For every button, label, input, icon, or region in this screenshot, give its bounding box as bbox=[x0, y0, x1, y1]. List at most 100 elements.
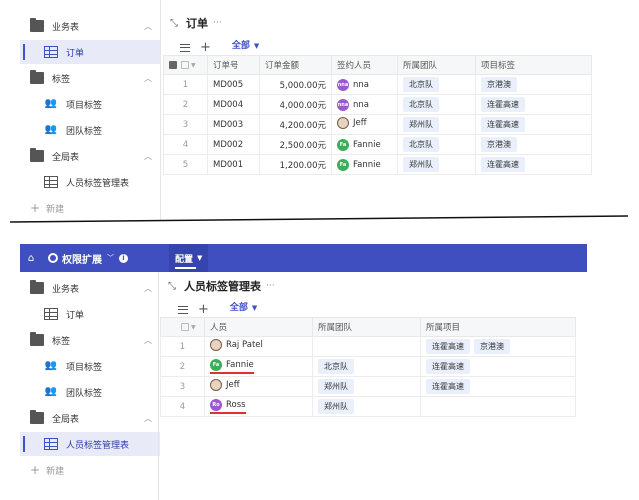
sidebar-item-label: 标签 bbox=[52, 74, 71, 85]
signer-cell[interactable]: Fa Fannie bbox=[331, 154, 398, 175]
header-project-tag[interactable]: 项目标签 bbox=[475, 55, 592, 75]
team-cell[interactable]: 郑州队 bbox=[397, 114, 476, 135]
team-cell[interactable]: 郑州队 bbox=[397, 154, 476, 175]
menu-icon[interactable] bbox=[178, 305, 188, 314]
sidebar-item-team-tags[interactable]: 👥 团队标签 bbox=[20, 118, 160, 142]
project-tag-cell[interactable]: 连霍高速 bbox=[475, 154, 592, 175]
amount-cell[interactable]: 2,500.00元 bbox=[259, 134, 332, 155]
chevron-up-icon[interactable]: ︿ bbox=[144, 21, 152, 32]
project-tag-cell[interactable]: 京港澳 bbox=[475, 74, 592, 95]
sidebar-item-project-tags[interactable]: 👥 项目标签 bbox=[20, 92, 160, 116]
expand-icon[interactable]: ⤡ bbox=[168, 281, 176, 292]
sidebar-folder-tags[interactable]: 标签 ︿ bbox=[20, 328, 160, 352]
amount-cell[interactable]: 1,200.00元 bbox=[259, 154, 332, 175]
sidebar-folder-global[interactable]: 全局表 ︿ bbox=[20, 144, 160, 168]
header-order-id[interactable]: 订单号 bbox=[207, 55, 260, 75]
amount-cell[interactable]: 4,200.00元 bbox=[259, 114, 332, 135]
team-cell[interactable]: 郑州队 bbox=[312, 376, 421, 397]
info-icon[interactable]: i bbox=[119, 253, 128, 263]
chevron-up-icon[interactable]: ︿ bbox=[144, 283, 152, 294]
sidebar-folder-business[interactable]: 业务表 ︿ bbox=[20, 14, 160, 38]
table-row[interactable]: 1 MD005 5,000.00元 nna nna 北京队 京港澳 bbox=[163, 74, 592, 95]
avatar: Fa bbox=[337, 138, 349, 151]
person-cell[interactable]: Jeff bbox=[204, 376, 313, 397]
table-row[interactable]: 1 Raj Patel 连霍高速 京港澳 bbox=[160, 336, 576, 357]
chevron-up-icon[interactable]: ︿ bbox=[144, 413, 152, 424]
chevron-up-icon[interactable]: ︿ bbox=[144, 335, 152, 346]
sidebar-item-project-tags[interactable]: 👥 项目标签 bbox=[20, 354, 160, 378]
signer-cell[interactable]: Jeff bbox=[331, 114, 398, 135]
table-row[interactable]: 3 MD003 4,200.00元 Jeff 郑州队 连霍高速 bbox=[163, 114, 592, 135]
tab-config[interactable]: 配置 ▼ bbox=[169, 244, 209, 272]
sidebar-folder-global[interactable]: 全局表 ︿ bbox=[20, 406, 160, 430]
project-cell[interactable] bbox=[420, 396, 576, 417]
header-project[interactable]: 所属项目 bbox=[420, 317, 576, 337]
header-team[interactable]: 所属团队 bbox=[397, 55, 476, 75]
header-signer[interactable]: 签约人员 bbox=[331, 55, 398, 75]
sidebar-item-label: 业务表 bbox=[52, 284, 80, 295]
team-cell[interactable] bbox=[312, 336, 421, 357]
project-tag: 连霍高速 bbox=[481, 117, 525, 132]
project-cell[interactable]: 连霍高速 bbox=[420, 356, 576, 377]
app-title[interactable]: 权限扩展 bbox=[62, 251, 102, 266]
project-tag-cell[interactable]: 连霍高速 bbox=[475, 94, 592, 115]
chevron-down-icon[interactable]: ﹀ bbox=[107, 253, 114, 263]
header-select[interactable]: ▼ bbox=[163, 55, 208, 75]
add-view-button[interactable]: + bbox=[200, 40, 211, 55]
order-id-cell[interactable]: MD005 bbox=[207, 74, 260, 95]
plus-icon: + bbox=[30, 463, 41, 477]
signer-cell[interactable]: Fa Fannie bbox=[331, 134, 398, 155]
order-id-cell[interactable]: MD004 bbox=[207, 94, 260, 115]
table-row[interactable]: 4 MD002 2,500.00元 Fa Fannie 北京队 京港澳 bbox=[163, 134, 592, 155]
table-row[interactable]: 2 MD004 4,000.00元 nna nna 北京队 连霍高速 bbox=[163, 94, 592, 115]
team-cell[interactable]: 北京队 bbox=[312, 356, 421, 377]
team-cell[interactable]: 北京队 bbox=[397, 134, 476, 155]
sidebar-item-people-tags[interactable]: 人员标签管理表 bbox=[20, 432, 160, 456]
project-cell[interactable]: 连霍高速 京港澳 bbox=[420, 336, 576, 357]
chevron-up-icon[interactable]: ︿ bbox=[144, 73, 152, 84]
add-view-button[interactable]: + bbox=[198, 302, 209, 317]
person-cell[interactable]: Raj Patel bbox=[204, 336, 313, 357]
signer-cell[interactable]: nna nna bbox=[331, 74, 398, 95]
sidebar-folder-business[interactable]: 业务表 ︿ bbox=[20, 276, 160, 300]
more-icon[interactable]: ··· bbox=[266, 281, 275, 291]
chevron-up-icon[interactable]: ︿ bbox=[144, 151, 152, 162]
team-cell[interactable]: 北京队 bbox=[397, 94, 476, 115]
table-row[interactable]: 5 MD001 1,200.00元 Fa Fannie 郑州队 连霍高速 bbox=[163, 154, 592, 175]
page-title: 人员标签管理表 bbox=[184, 280, 261, 293]
sidebar-item-orders[interactable]: 订单 bbox=[20, 302, 160, 326]
order-id-cell[interactable]: MD003 bbox=[207, 114, 260, 135]
sidebar-item-people-tags[interactable]: 人员标签管理表 bbox=[20, 170, 160, 194]
sidebar-item-orders[interactable]: 订单 bbox=[20, 40, 160, 64]
avatar bbox=[337, 117, 349, 129]
header-select[interactable]: ▼ bbox=[160, 317, 205, 337]
menu-icon[interactable] bbox=[180, 43, 190, 52]
expand-icon[interactable]: ⤡ bbox=[170, 18, 178, 29]
header-person[interactable]: 人员 bbox=[204, 317, 313, 337]
project-tag-cell[interactable]: 连霍高速 bbox=[475, 114, 592, 135]
table-row[interactable]: 3 Jeff 郑州队 连霍高速 bbox=[160, 376, 576, 397]
header-team[interactable]: 所属团队 bbox=[312, 317, 421, 337]
person-cell[interactable]: Fa Fannie bbox=[204, 356, 313, 377]
team-cell[interactable]: 北京队 bbox=[397, 74, 476, 95]
order-id-cell[interactable]: MD002 bbox=[207, 134, 260, 155]
sidebar-item-team-tags[interactable]: 👥 团队标签 bbox=[20, 380, 160, 404]
select-all-checkbox[interactable] bbox=[181, 322, 189, 331]
sidebar-folder-tags[interactable]: 标签 ︿ bbox=[20, 66, 160, 90]
person-cell[interactable]: Ro Ross bbox=[204, 396, 313, 417]
team-cell[interactable]: 郑州队 bbox=[312, 396, 421, 417]
more-icon[interactable]: ··· bbox=[213, 18, 222, 28]
amount-cell[interactable]: 4,000.00元 bbox=[259, 94, 332, 115]
amount-cell[interactable]: 5,000.00元 bbox=[259, 74, 332, 95]
project-cell[interactable]: 连霍高速 bbox=[420, 376, 576, 397]
sidebar-new-button[interactable]: + 新建 bbox=[20, 458, 160, 482]
header-amount[interactable]: 订单金额 bbox=[259, 55, 332, 75]
table-row[interactable]: 4 Ro Ross 郑州队 bbox=[160, 396, 576, 417]
order-id-cell[interactable]: MD001 bbox=[207, 154, 260, 175]
signer-cell[interactable]: nna nna bbox=[331, 94, 398, 115]
screenshot-divider-line bbox=[10, 215, 628, 223]
table-row[interactable]: 2 Fa Fannie 北京队 连霍高速 bbox=[160, 356, 576, 377]
select-all-checkbox[interactable] bbox=[181, 60, 189, 69]
project-tag-cell[interactable]: 京港澳 bbox=[475, 134, 592, 155]
home-icon[interactable]: ⌂ bbox=[20, 253, 42, 264]
